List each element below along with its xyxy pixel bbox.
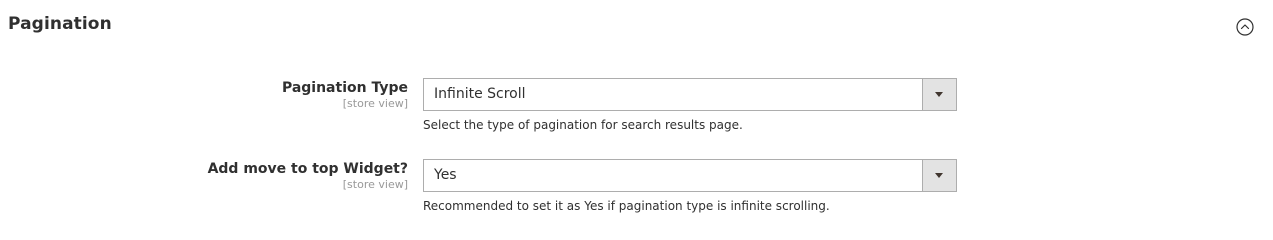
field-note: Recommended to set it as Yes if paginati… xyxy=(423,199,830,213)
section-header[interactable]: Pagination xyxy=(0,0,1273,52)
label-text: Add move to top Widget? xyxy=(207,161,408,177)
field-note: Select the type of pagination for search… xyxy=(423,118,743,132)
dropdown-toggle[interactable] xyxy=(922,160,956,191)
pagination-type-select[interactable]: Infinite Scroll xyxy=(423,78,957,111)
caret-down-icon xyxy=(935,92,943,97)
chevron-up-circle-icon[interactable] xyxy=(1236,18,1254,36)
move-to-top-widget-select[interactable]: Yes xyxy=(423,159,957,192)
field-label-move-to-top: Add move to top Widget? [store view] xyxy=(208,161,408,191)
pagination-section: Pagination Pagination Type [store view] … xyxy=(0,0,1273,239)
scope-text: [store view] xyxy=(342,178,408,191)
select-value: Yes xyxy=(434,167,457,183)
select-value: Infinite Scroll xyxy=(434,86,526,102)
section-title: Pagination xyxy=(8,14,112,34)
caret-down-icon xyxy=(935,173,943,178)
dropdown-toggle[interactable] xyxy=(922,79,956,110)
label-text: Pagination Type xyxy=(281,80,408,96)
field-label-pagination-type: Pagination Type [store view] xyxy=(282,80,408,110)
scope-text: [store view] xyxy=(342,97,408,110)
